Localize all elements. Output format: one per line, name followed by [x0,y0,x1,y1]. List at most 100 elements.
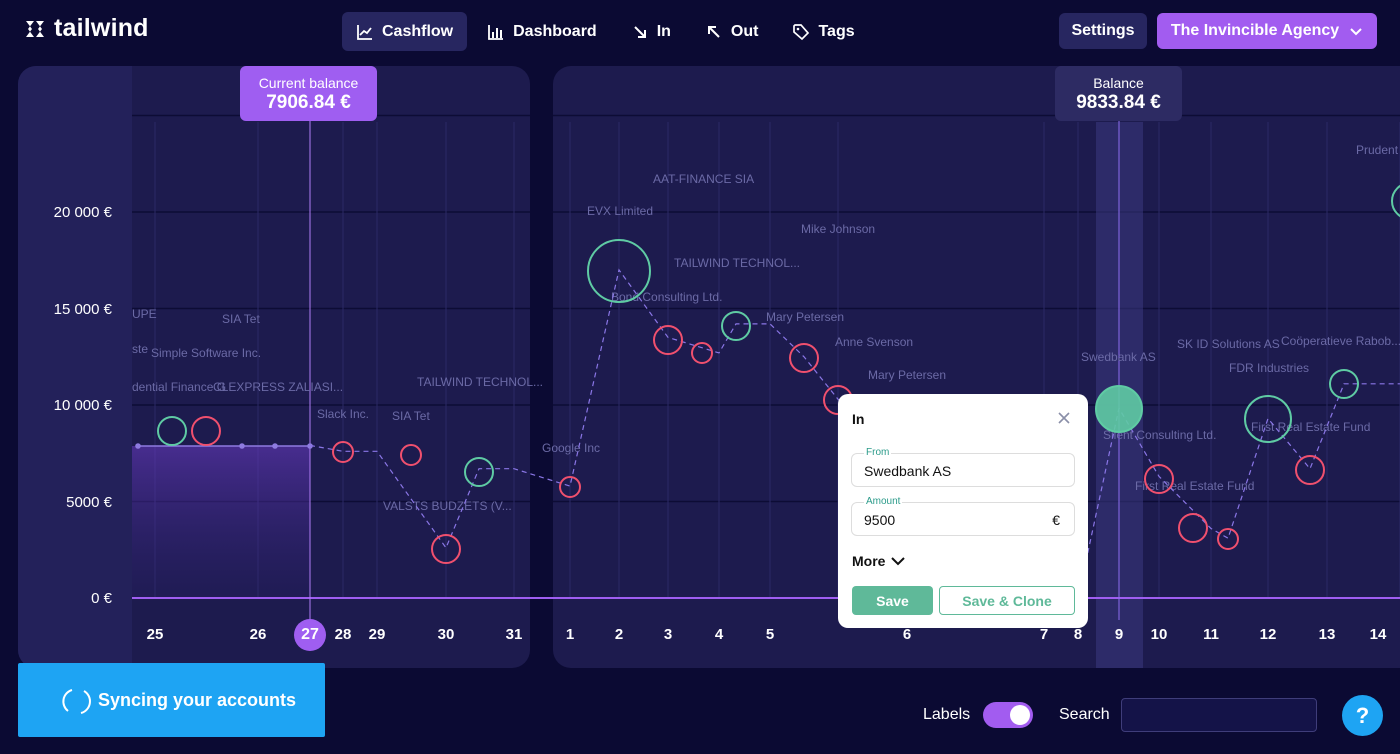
brand-logo[interactable]: tailwind [24,14,149,43]
transaction-label: Mike Johnson [801,222,875,236]
hover-balance-label: Balance [1093,75,1144,91]
nav-in[interactable]: In [617,12,685,51]
income-bubble[interactable] [721,311,751,341]
x-tick-label[interactable]: 31 [506,626,523,643]
expense-bubble[interactable] [1178,513,1208,543]
transaction-label: Anne Svenson [835,335,913,349]
x-tick-label[interactable]: 10 [1151,626,1168,643]
transaction-label: TAILWIND TECHNOL... [674,256,800,270]
transaction-label: Swedbank AS [1081,350,1156,364]
x-tick-label[interactable]: 4 [715,626,723,643]
main-nav: Cashflow Dashboard In Out Tags [342,12,869,51]
amount-field-label: Amount [864,496,903,507]
tag-icon [793,23,810,40]
x-tick-label[interactable]: 14 [1370,626,1387,643]
expense-bubble[interactable] [1217,528,1239,550]
x-tick-label[interactable]: 9 [1115,626,1123,643]
x-tick-label[interactable]: 25 [147,626,164,643]
org-switcher-button[interactable]: The Invincible Agency [1157,13,1377,49]
nav-dashboard[interactable]: Dashboard [473,12,611,51]
x-tick-label[interactable]: 29 [369,626,386,643]
expense-bubble[interactable] [559,476,581,498]
x-tick-label[interactable]: 2 [615,626,623,643]
current-balance-callout: Current balance 7906.84 € [240,66,377,121]
nav-tags[interactable]: Tags [778,12,868,51]
toggle-knob [1010,705,1030,725]
expense-bubble[interactable] [653,325,683,355]
transaction-label: Mary Petersen [868,368,946,382]
expense-bubble[interactable] [1295,455,1325,485]
x-tick-label[interactable]: 1 [566,626,574,643]
expense-bubble[interactable] [400,444,422,466]
save-clone-button[interactable]: Save & Clone [939,586,1075,615]
income-bubble[interactable] [1329,369,1359,399]
x-tick-label[interactable]: 26 [250,626,267,643]
bar-chart-icon [488,24,504,40]
hover-balance-callout: Balance 9833.84 € [1055,66,1182,121]
amount-field[interactable]: Amount 9500 € [851,496,1075,536]
transaction-label: SIA Tet [222,312,260,326]
brand-name: tailwind [54,14,149,42]
nav-cashflow[interactable]: Cashflow [342,12,468,51]
expense-bubble[interactable] [789,343,819,373]
chevron-down-icon [1350,28,1362,36]
x-tick-label[interactable]: 30 [438,626,455,643]
settings-button[interactable]: Settings [1059,13,1147,49]
nav-dashboard-label: Dashboard [513,22,597,40]
x-tick-label[interactable]: 5 [766,626,774,643]
transaction-label: Simple Software Inc. [151,346,261,360]
amount-field-value: 9500 [864,512,896,528]
help-button[interactable]: ? [1342,695,1383,736]
save-button[interactable]: Save [852,586,933,615]
x-tick-label[interactable]: 6 [903,626,911,643]
income-bubble[interactable] [464,457,494,487]
more-label: More [852,553,886,569]
transaction-label: FDR Industries [1229,361,1309,375]
expense-bubble[interactable] [691,342,713,364]
from-field[interactable]: From Swedbank AS [851,447,1075,487]
balance-point [135,443,141,449]
hover-balance-value: 9833.84 € [1076,92,1161,113]
chevron-down-icon [891,557,906,566]
transaction-label: Coöperatieve Rabob... [1281,334,1400,348]
transaction-label: CLEXPRESS ZALIASI... [213,380,343,394]
income-bubble[interactable] [1095,385,1143,433]
logo-mark-icon [26,20,44,37]
nav-out[interactable]: Out [691,12,773,51]
y-tick-label: 20 000 € [53,204,112,221]
x-tick-label[interactable]: 3 [664,626,672,643]
sync-toast: Syncing your accounts [18,663,325,737]
close-icon[interactable] [1056,410,1072,426]
income-bubble[interactable] [157,416,187,446]
labels-toggle[interactable] [983,702,1033,728]
transaction-label: Prudent [1356,143,1399,157]
spinner-icon [62,689,91,714]
transaction-label: EVX Limited [587,204,653,218]
currency-suffix: € [1052,512,1060,528]
transaction-label: TAILWIND TECHNOL... [417,375,543,389]
x-tick-label[interactable]: 12 [1260,626,1277,643]
income-bubble[interactable] [1244,395,1292,443]
x-tick-label[interactable]: 28 [335,626,352,643]
expense-bubble[interactable] [1144,464,1174,494]
y-tick-label: 5000 € [66,494,112,511]
nav-out-label: Out [730,22,759,40]
transaction-label: Google Inc [542,441,600,455]
balance-point [239,443,245,449]
x-tick-label[interactable]: 8 [1074,626,1082,643]
x-tick-label[interactable]: 7 [1040,626,1048,643]
expense-bubble[interactable] [431,534,461,564]
expense-bubble[interactable] [191,416,221,446]
search-input[interactable] [1121,698,1317,732]
more-toggle[interactable]: More [852,553,906,569]
new-income-popup: In From Swedbank AS Amount 9500 € More S… [838,394,1088,628]
app-root: tailwind Cashflow Dashboard In Out Tags … [0,0,1400,754]
sync-message: Syncing your accounts [98,690,297,710]
chart-line-icon [357,24,372,40]
today-day-badge[interactable]: 27 [294,619,326,651]
income-bubble[interactable] [587,239,651,303]
x-tick-label[interactable]: 11 [1203,626,1219,643]
expense-bubble[interactable] [332,441,354,463]
x-tick-label[interactable]: 13 [1319,626,1336,643]
popup-title: In [852,411,865,427]
